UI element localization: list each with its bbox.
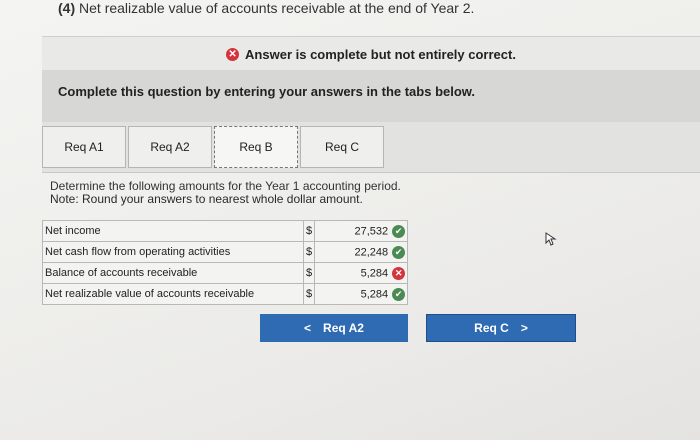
table-row: Net cash flow from operating activities … <box>42 241 409 263</box>
x-icon: ✕ <box>392 266 406 280</box>
answer-value: 22,248 <box>354 245 389 258</box>
answer-value: 27,532 <box>354 224 389 237</box>
table-row: Balance of accounts receivable $ 5,284 ✕ <box>42 262 409 284</box>
question-text: Net realizable value of accounts receiva… <box>79 0 475 16</box>
chevron-right-icon: > <box>520 321 528 335</box>
answer-input[interactable]: 27,532 ✔ <box>314 220 409 242</box>
table-row: Net realizable value of accounts receiva… <box>42 283 409 305</box>
answer-status-banner: ✕ Answer is complete but not entirely co… <box>42 36 700 72</box>
tab-req-a2[interactable]: Req A2 <box>128 126 212 168</box>
instruction-band: Complete this question by entering your … <box>42 70 700 122</box>
x-circle-icon: ✕ <box>226 47 240 61</box>
tab-req-b[interactable]: Req B <box>214 126 298 168</box>
answer-value: 5,284 <box>360 287 389 300</box>
check-icon: ✔ <box>392 224 406 238</box>
row-label: Net realizable value of accounts receiva… <box>42 283 304 305</box>
row-label: Balance of accounts receivable <box>42 262 304 284</box>
answer-input[interactable]: 5,284 ✔ <box>314 283 409 305</box>
currency-symbol: $ <box>302 283 316 305</box>
table-row: Net income $ 27,532 ✔ <box>42 220 409 242</box>
check-icon: ✔ <box>392 287 406 301</box>
answer-input[interactable]: 22,248 ✔ <box>314 241 409 263</box>
tab-req-a1[interactable]: Req A1 <box>42 126 126 168</box>
next-button-label: Req C <box>474 321 509 335</box>
determine-instructions: Determine the following amounts for the … <box>50 180 401 206</box>
currency-symbol: $ <box>302 241 316 263</box>
answer-input[interactable]: 5,284 ✕ <box>314 262 409 284</box>
answer-value: 5,284 <box>360 266 389 279</box>
row-label: Net cash flow from operating activities <box>42 241 304 263</box>
mouse-cursor-icon <box>545 232 557 246</box>
prev-button-label: Req A2 <box>323 321 364 335</box>
rounding-note: Note: Round your answers to nearest whol… <box>50 192 363 206</box>
currency-symbol: $ <box>302 262 316 284</box>
status-text: Answer is complete but not entirely corr… <box>245 46 516 62</box>
check-icon: ✔ <box>392 245 406 259</box>
instruction-text: Complete this question by entering your … <box>58 84 476 99</box>
chevron-left-icon: < <box>304 321 312 335</box>
tab-req-c[interactable]: Req C <box>300 126 384 168</box>
question-heading: (4) Net realizable value of accounts rec… <box>58 0 474 16</box>
next-req-c-button[interactable]: Req C > <box>426 314 576 342</box>
tab-strip: Req A1 Req A2 Req B Req C <box>42 122 700 173</box>
prev-req-a2-button[interactable]: < Req A2 <box>260 314 408 342</box>
row-label: Net income <box>42 220 304 242</box>
currency-symbol: $ <box>302 220 316 242</box>
question-number: (4) <box>58 0 76 16</box>
answer-table: Net income $ 27,532 ✔ Net cash flow from … <box>42 220 409 305</box>
